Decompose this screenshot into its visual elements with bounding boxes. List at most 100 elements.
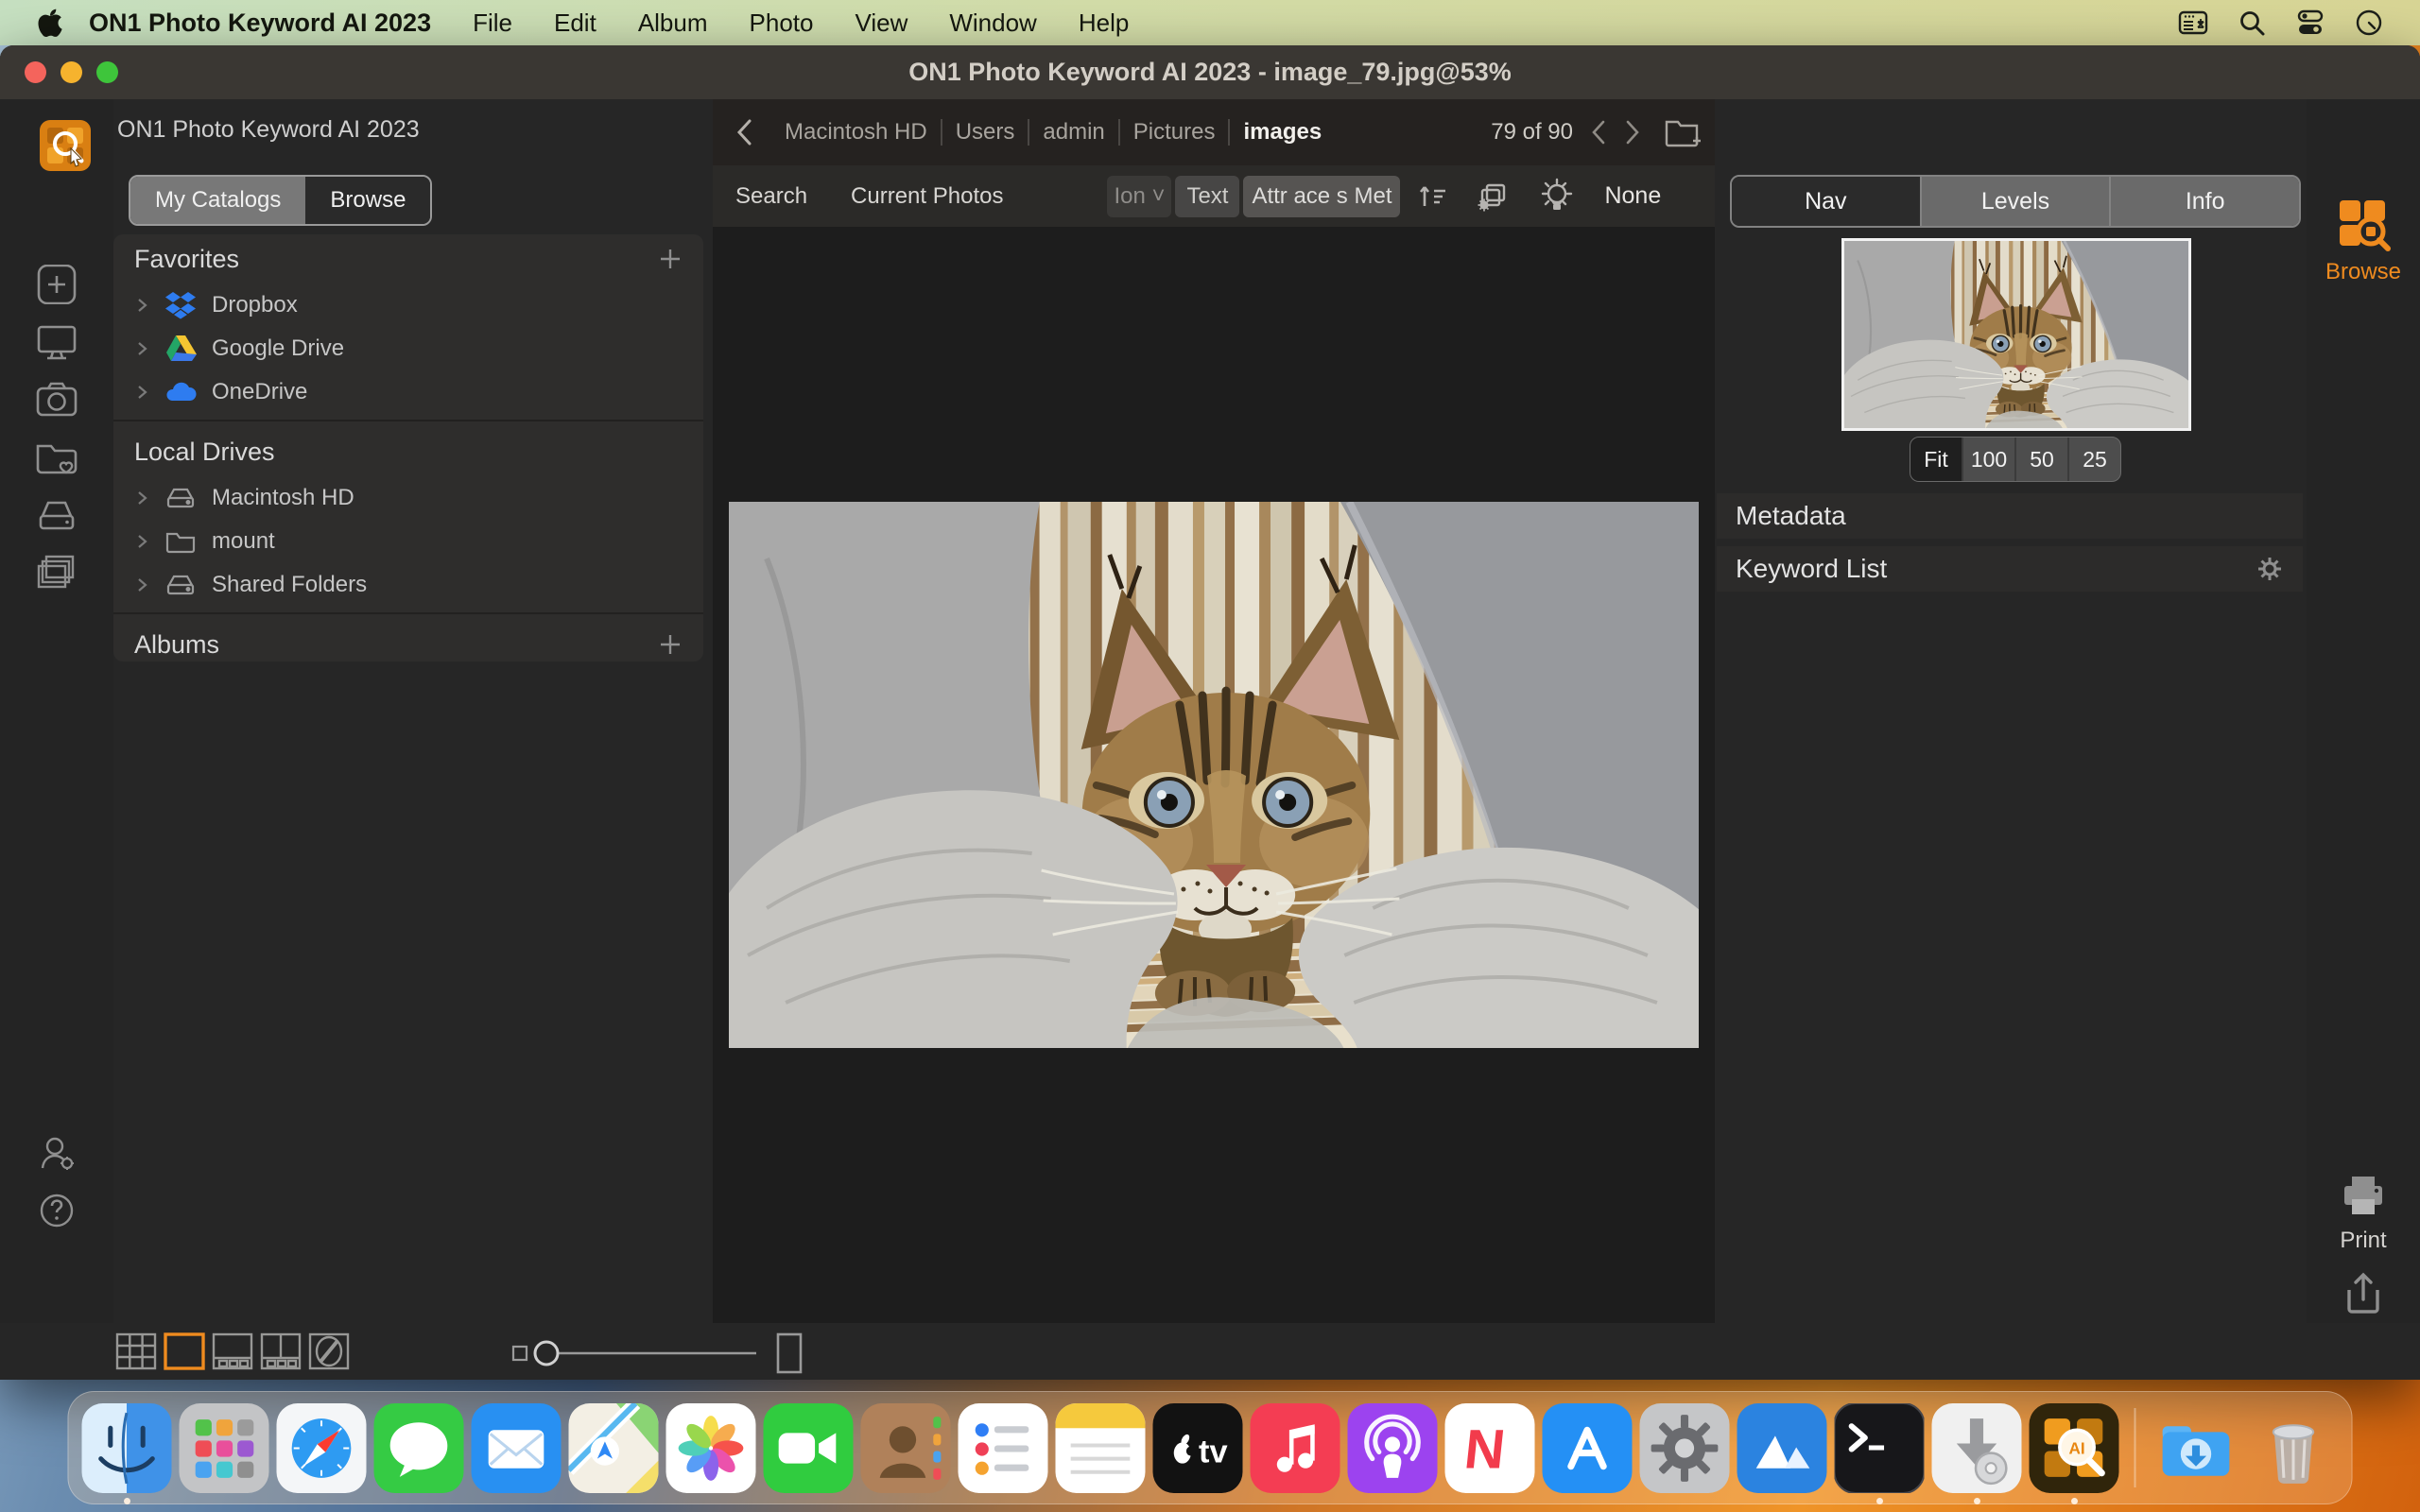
dock-podcasts-icon[interactable] [1348,1403,1438,1493]
dock-mail-icon[interactable] [472,1403,562,1493]
filter-chip-attributes-faces-metadata[interactable]: Attr ace s Met [1243,176,1400,217]
compare-view-icon[interactable] [259,1332,302,1371]
scope-current-photos[interactable]: Current Photos [851,183,1003,210]
previous-photo-icon[interactable] [1590,120,1607,145]
crumb-users[interactable]: Users [942,119,1030,146]
photo-image[interactable] [729,502,1699,1048]
ai-mode-value[interactable]: None [1604,182,1661,210]
module-print[interactable]: Print [2307,1173,2420,1254]
menu-help[interactable]: Help [1079,9,1129,38]
section-albums[interactable]: Albums [113,620,703,662]
sidebar-item-shared-folders[interactable]: Shared Folders [113,563,703,607]
menu-view[interactable]: View [855,9,908,38]
zoom-button[interactable] [96,61,118,83]
filter-chip-location[interactable]: Ion ˅ [1107,176,1171,217]
dock-finder-icon[interactable] [82,1403,172,1493]
crumb-admin[interactable]: admin [1029,119,1119,146]
menu-file[interactable]: File [473,9,512,38]
dock-maps-icon[interactable] [569,1403,659,1493]
map-view-icon[interactable] [307,1332,351,1371]
keyboard-switcher-icon[interactable] [2178,9,2208,37]
keyword-settings-gear-icon[interactable] [2256,555,2284,583]
dock-notes-icon[interactable] [1056,1403,1146,1493]
dock-launchpad-icon[interactable] [180,1403,269,1493]
favorite-folder-icon[interactable] [35,438,78,477]
dock-news-icon[interactable]: N [1445,1403,1535,1493]
photo-view-icon[interactable] [163,1332,206,1371]
camera-icon[interactable] [35,380,78,420]
ai-suggest-icon[interactable] [1536,176,1578,217]
batch-settings-icon[interactable] [1476,180,1510,214]
dock-on1-photo-icon[interactable] [1737,1403,1827,1493]
help-icon[interactable] [37,1191,77,1230]
dock-disk-installer-icon[interactable] [1932,1403,2022,1493]
nav-preview-thumbnail[interactable] [1841,238,2191,431]
module-browse[interactable]: Browse [2307,197,2420,285]
add-album-icon[interactable] [658,632,683,657]
grid-view-icon[interactable] [114,1332,158,1371]
dock-messages-icon[interactable] [374,1403,464,1493]
filmstrip-view-icon[interactable] [211,1332,254,1371]
dock-contacts-icon[interactable] [861,1403,951,1493]
menu-window[interactable]: Window [949,9,1036,38]
dock-reminders-icon[interactable] [959,1403,1048,1493]
menubar-app-name[interactable]: ON1 Photo Keyword AI 2023 [89,9,431,38]
search-icon[interactable] [2237,9,2267,37]
tab-browse[interactable]: Browse [305,177,430,224]
albums-icon[interactable] [35,553,78,593]
crumb-macintosh-hd[interactable]: Macintosh HD [771,119,942,146]
control-center-icon[interactable] [2295,9,2325,37]
sidebar-item-mount[interactable]: mount [113,520,703,563]
dock-system-settings-icon[interactable] [1640,1403,1730,1493]
zoom-25-button[interactable]: 25 [2069,438,2120,481]
sidebar-item-dropbox[interactable]: Dropbox [113,284,703,327]
crumb-images-current[interactable]: images [1230,119,1335,146]
zoom-fit-button[interactable]: Fit [1910,438,1963,481]
crumb-pictures[interactable]: Pictures [1120,119,1231,146]
dock-downloads-icon[interactable] [2152,1403,2241,1493]
tab-levels[interactable]: Levels [1922,177,2112,226]
desktop-icon[interactable] [35,322,78,362]
filter-chip-text[interactable]: Text [1175,176,1239,217]
zoom-50-button[interactable]: 50 [2016,438,2069,481]
menu-photo[interactable]: Photo [750,9,814,38]
tab-nav[interactable]: Nav [1732,177,1922,226]
slider-track[interactable] [529,1333,775,1373]
metadata-section-header[interactable]: Metadata [1717,493,2303,539]
dock-facetime-icon[interactable] [764,1403,854,1493]
section-favorites[interactable]: Favorites [113,234,703,284]
section-local-drives[interactable]: Local Drives [113,427,703,476]
sidebar-item-onedrive[interactable]: OneDrive [113,370,703,414]
local-drives-icon[interactable] [35,495,78,535]
dock-apple-tv-icon[interactable]: tv [1153,1403,1243,1493]
sidebar-item-google-drive[interactable]: Google Drive [113,327,703,370]
dock-safari-icon[interactable] [277,1403,367,1493]
back-icon[interactable] [734,118,754,146]
tab-my-catalogs[interactable]: My Catalogs [130,177,305,224]
dock-on1-photo-keyword-ai-icon[interactable]: AI [2030,1403,2119,1493]
add-catalog-icon[interactable] [35,265,78,304]
title-bar[interactable]: ON1 Photo Keyword AI 2023 - image_79.jpg… [0,45,2420,99]
zoom-100-button[interactable]: 100 [1963,438,2016,481]
add-favorite-icon[interactable] [658,247,683,271]
dock-trash-icon[interactable] [2249,1403,2339,1493]
thumbnail-size-slider[interactable] [510,1332,804,1375]
close-button[interactable] [25,61,46,83]
menu-edit[interactable]: Edit [554,9,596,38]
menu-album[interactable]: Album [638,9,708,38]
search-label[interactable]: Search [735,183,807,210]
minimize-button[interactable] [60,61,82,83]
sidebar-item-macintosh-hd[interactable]: Macintosh HD [113,476,703,520]
next-photo-icon[interactable] [1624,120,1641,145]
tab-info[interactable]: Info [2111,177,2299,226]
apple-menu-icon[interactable] [38,9,62,37]
dock-app-store-icon[interactable] [1543,1403,1633,1493]
sort-icon[interactable] [1415,180,1449,214]
dock-terminal-icon[interactable] [1835,1403,1925,1493]
dock-photos-icon[interactable] [666,1403,756,1493]
add-folder-icon[interactable] [1664,116,1702,148]
clock-icon[interactable] [2354,9,2384,37]
dock-music-icon[interactable] [1251,1403,1340,1493]
account-icon[interactable] [37,1134,77,1174]
keyword-list-section-header[interactable]: Keyword List [1717,546,2303,592]
